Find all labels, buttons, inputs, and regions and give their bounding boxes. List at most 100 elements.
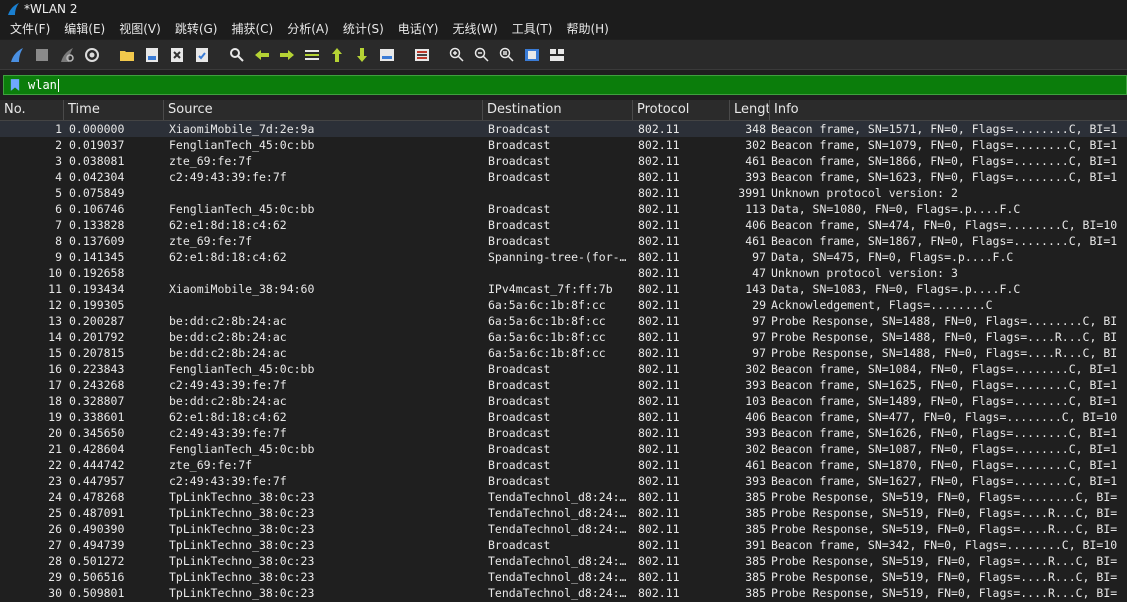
cell-info: Beacon frame, SN=1623, FN=0, Flags=.....… [771, 170, 1118, 184]
cell-protocol: 802.11 [638, 554, 680, 568]
cell-source: be:dd:c2:8b:24:ac [169, 346, 287, 360]
table-row[interactable]: 13 0.200287 be:dd:c2:8b:24:ac 6a:5a:6c:1b:8… [0, 313, 1127, 329]
column-header-protocol[interactable]: Protocol [633, 100, 730, 120]
table-row[interactable]: 30 0.509801 TpLinkTechno_38:0c:23 TendaTech… [0, 585, 1127, 601]
table-row[interactable]: 23 0.447957 c2:49:43:39:fe:7f Broadcast 802.… [0, 473, 1127, 489]
table-row[interactable]: 10 0.192658 802.11 47 Unknown protocol versi… [0, 265, 1127, 281]
cell-source: 62:e1:8d:18:c4:62 [169, 410, 287, 424]
table-row[interactable]: 6 0.106746 FenglianTech_45:0c:bb Broadcast 8… [0, 201, 1127, 217]
menu-telephony[interactable]: 电话(Y) [391, 20, 446, 37]
cell-no: 15 [48, 346, 62, 360]
gear-options-icon[interactable] [81, 44, 102, 65]
menu-bar: 文件(F) 编辑(E) 视图(V) 跳转(G) 捕获(C) 分析(A) 统计(S… [0, 18, 1127, 39]
table-row[interactable]: 20 0.345650 c2:49:43:39:fe:7f Broadcast 802.… [0, 425, 1127, 441]
menu-file[interactable]: 文件(F) [0, 20, 57, 37]
table-row[interactable]: 24 0.478268 TpLinkTechno_38:0c:23 TendaTech… [0, 489, 1127, 505]
column-header-time[interactable]: Time [64, 100, 164, 120]
cell-destination: Broadcast [488, 202, 551, 216]
cell-source: be:dd:c2:8b:24:ac [169, 314, 287, 328]
cell-info: Acknowledgement, Flags=........C [771, 298, 993, 312]
table-row[interactable]: 16 0.223843 FenglianTech_45:0c:bb Broadcast… [0, 361, 1127, 377]
menu-tools[interactable]: 工具(T) [505, 20, 560, 37]
cell-protocol: 802.11 [638, 298, 680, 312]
table-row[interactable]: 2 0.019037 FenglianTech_45:0c:bb Broadcast 8… [0, 137, 1127, 153]
reload-file-icon[interactable] [191, 44, 212, 65]
column-header-destination[interactable]: Destination [483, 100, 633, 120]
table-row[interactable]: 4 0.042304 c2:49:43:39:fe:7f Broadcast 802.1… [0, 169, 1127, 185]
display-filter-bar[interactable]: wlan [3, 75, 1127, 95]
cell-time: 0.447957 [69, 474, 125, 488]
menu-help[interactable]: 帮助(H) [559, 20, 615, 37]
save-file-icon[interactable] [141, 44, 162, 65]
go-first-arrow-icon[interactable] [326, 44, 347, 65]
table-row[interactable]: 21 0.428604 FenglianTech_45:0c:bb Broadcast… [0, 441, 1127, 457]
table-row[interactable]: 22 0.444742 zte_69:fe:7f Broadcast 802.11 461… [0, 457, 1127, 473]
cell-destination: Broadcast [488, 442, 551, 456]
table-row[interactable]: 18 0.328807 be:dd:c2:8b:24:ac Broadcast 802.… [0, 393, 1127, 409]
column-header-no[interactable]: No. [0, 100, 64, 120]
cell-no: 11 [48, 282, 62, 296]
zoom-in-icon[interactable] [446, 44, 467, 65]
go-forward-arrow-icon[interactable] [276, 44, 297, 65]
column-header-info[interactable]: Info [770, 100, 1127, 120]
table-row[interactable]: 12 0.199305 6a:5a:6c:1b:8f:cc 802.11 29 Ackno… [0, 297, 1127, 313]
open-folder-icon[interactable] [116, 44, 137, 65]
go-last-arrow-icon[interactable] [351, 44, 372, 65]
menu-statistics[interactable]: 统计(S) [336, 20, 391, 37]
go-to-packet-icon[interactable] [301, 44, 322, 65]
restart-fin-icon[interactable] [56, 44, 77, 65]
table-row[interactable]: 5 0.075849 802.11 3991 Unknown protocol vers… [0, 185, 1127, 201]
table-row[interactable]: 17 0.243268 c2:49:43:39:fe:7f Broadcast 802.… [0, 377, 1127, 393]
menu-analyze[interactable]: 分析(A) [280, 20, 336, 37]
cell-destination: Spanning-tree-(for-… [488, 250, 627, 264]
cell-info: Data, SN=475, FN=0, Flags=.p....F.C [771, 250, 1014, 264]
cell-source: 62:e1:8d:18:c4:62 [169, 250, 287, 264]
cell-length: 385 [745, 506, 766, 520]
cell-destination: IPv4mcast_7f:ff:7b [488, 282, 613, 296]
main-toolbar [0, 40, 1127, 70]
shark-fin-start-icon[interactable] [6, 44, 27, 65]
zoom-out-icon[interactable] [471, 44, 492, 65]
cell-time: 0.199305 [69, 298, 125, 312]
cell-source: zte_69:fe:7f [169, 234, 253, 248]
display-filter-input[interactable]: wlan [28, 78, 59, 92]
layout-icon[interactable] [546, 44, 567, 65]
stop-square-icon[interactable] [31, 44, 52, 65]
table-row[interactable]: 8 0.137609 zte_69:fe:7f Broadcast 802.11 461 B… [0, 233, 1127, 249]
table-row[interactable]: 1 0.000000 XiaomiMobile_7d:2e:9a Broadcast 8… [0, 121, 1127, 137]
table-row[interactable]: 3 0.038081 zte_69:fe:7f Broadcast 802.11 461 B… [0, 153, 1127, 169]
cell-time: 0.019037 [69, 138, 125, 152]
table-row[interactable]: 29 0.506516 TpLinkTechno_38:0c:23 TendaTech… [0, 569, 1127, 585]
menu-go[interactable]: 跳转(G) [168, 20, 225, 37]
colorize-icon[interactable] [411, 44, 432, 65]
table-row[interactable]: 15 0.207815 be:dd:c2:8b:24:ac 6a:5a:6c:1b:8… [0, 345, 1127, 361]
cell-time: 0.038081 [69, 154, 125, 168]
auto-scroll-icon[interactable] [376, 44, 397, 65]
go-back-arrow-icon[interactable] [251, 44, 272, 65]
window-title: *WLAN 2 [24, 2, 78, 16]
table-row[interactable]: 9 0.141345 62:e1:8d:18:c4:62 Spanning-tree-… [0, 249, 1127, 265]
menu-wireless[interactable]: 无线(W) [446, 20, 505, 37]
table-row[interactable]: 7 0.133828 62:e1:8d:18:c4:62 Broadcast 802.1… [0, 217, 1127, 233]
cell-time: 0.345650 [69, 426, 125, 440]
bookmark-icon[interactable] [8, 77, 22, 93]
menu-capture[interactable]: 捕获(C) [224, 20, 280, 37]
resize-columns-icon[interactable] [521, 44, 542, 65]
table-row[interactable]: 14 0.201792 be:dd:c2:8b:24:ac 6a:5a:6c:1b:8… [0, 329, 1127, 345]
menu-view[interactable]: 视图(V) [112, 20, 168, 37]
column-header-length[interactable]: Lengt [730, 100, 770, 120]
find-magnifier-icon[interactable] [226, 44, 247, 65]
close-file-icon[interactable] [166, 44, 187, 65]
table-row[interactable]: 28 0.501272 TpLinkTechno_38:0c:23 TendaTech… [0, 553, 1127, 569]
column-header-source[interactable]: Source [164, 100, 483, 120]
table-row[interactable]: 11 0.193434 XiaomiMobile_38:94:60 IPv4mcast… [0, 281, 1127, 297]
zoom-normal-icon[interactable] [496, 44, 517, 65]
table-row[interactable]: 19 0.338601 62:e1:8d:18:c4:62 Broadcast 802.… [0, 409, 1127, 425]
menu-edit[interactable]: 编辑(E) [57, 20, 112, 37]
table-row[interactable]: 26 0.490390 TpLinkTechno_38:0c:23 TendaTech… [0, 521, 1127, 537]
table-row[interactable]: 25 0.487091 TpLinkTechno_38:0c:23 TendaTech… [0, 505, 1127, 521]
cell-length: 461 [745, 234, 766, 248]
table-row[interactable]: 27 0.494739 TpLinkTechno_38:0c:23 Broadcast… [0, 537, 1127, 553]
cell-time: 0.428604 [69, 442, 125, 456]
cell-protocol: 802.11 [638, 346, 680, 360]
